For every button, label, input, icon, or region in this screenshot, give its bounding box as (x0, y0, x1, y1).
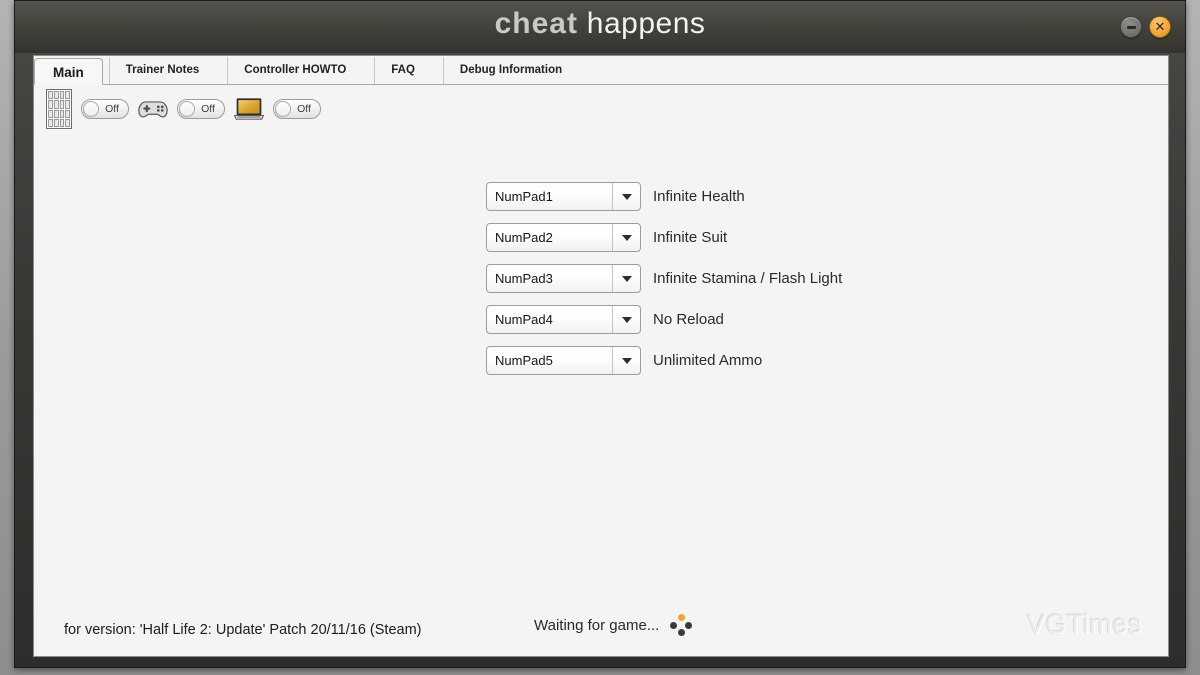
dropdown-arrow-button[interactable] (612, 306, 640, 333)
chevron-down-icon (621, 275, 632, 282)
tab-controller-howto[interactable]: Controller HOWTO (227, 57, 362, 84)
hotkey-dropdown-infinite-stamina[interactable]: NumPad3 (486, 264, 641, 293)
minimize-button[interactable] (1120, 16, 1142, 38)
numeric-keypad-icon (46, 89, 72, 129)
status-text: Waiting for game... (534, 616, 660, 634)
cheat-row: NumPad4 No Reload (486, 305, 842, 334)
tab-main[interactable]: Main (34, 58, 103, 85)
version-text: for version: 'Half Life 2: Update' Patch… (64, 622, 422, 638)
toggle-knob (83, 101, 99, 117)
dropdown-arrow-button[interactable] (612, 224, 640, 251)
toggle-knob (179, 101, 195, 117)
loading-spinner-icon (669, 613, 693, 637)
dropdown-arrow-button[interactable] (612, 265, 640, 292)
chevron-down-icon (621, 193, 632, 200)
chevron-down-icon (621, 234, 632, 241)
hotkey-dropdown-infinite-health[interactable]: NumPad1 (486, 182, 641, 211)
keyboard-toggle-state: Off (105, 103, 119, 115)
cheat-list: NumPad1 Infinite Health NumPad2 Infinite… (486, 182, 842, 375)
close-icon: ✕ (1154, 19, 1166, 35)
app-logo: cheat happens (15, 7, 1185, 41)
tab-debug-information[interactable]: Debug Information (442, 57, 578, 84)
cheat-label: No Reload (653, 311, 724, 328)
gamepad-icon (138, 101, 168, 118)
toolbar: Off Off Off (46, 89, 321, 129)
toggle-knob (275, 101, 291, 117)
tab-faq[interactable]: FAQ (374, 57, 431, 84)
cheat-row: NumPad2 Infinite Suit (486, 223, 842, 252)
minimize-icon (1126, 25, 1136, 29)
app-root: cheat happens ✕ Main Trainer Notes Contr… (0, 0, 1200, 675)
title-bar: cheat happens ✕ (15, 1, 1185, 53)
cheat-label: Infinite Stamina / Flash Light (653, 270, 843, 287)
overlay-toggle[interactable]: Off (273, 99, 321, 119)
keyboard-hotkeys-toggle[interactable]: Off (81, 99, 129, 119)
tab-trainer-notes[interactable]: Trainer Notes (108, 57, 216, 84)
close-button[interactable]: ✕ (1149, 16, 1171, 38)
watermark: VGTimes (1026, 609, 1142, 639)
hotkey-value: NumPad4 (495, 312, 553, 327)
dropdown-arrow-button[interactable] (612, 347, 640, 374)
client-area: Main Trainer Notes Controller HOWTO FAQ … (33, 55, 1169, 657)
hotkey-value: NumPad1 (495, 189, 553, 204)
hotkey-dropdown-infinite-suit[interactable]: NumPad2 (486, 223, 641, 252)
cheat-label: Infinite Suit (653, 229, 728, 246)
hotkey-value: NumPad3 (495, 271, 553, 286)
logo-text-happens: happens (586, 7, 706, 40)
laptop-icon (234, 98, 264, 120)
hotkey-dropdown-no-reload[interactable]: NumPad4 (486, 305, 641, 334)
logo-text-cheat: cheat (494, 7, 578, 40)
hotkey-value: NumPad2 (495, 230, 553, 245)
hotkey-value: NumPad5 (495, 353, 553, 368)
overlay-toggle-state: Off (297, 103, 311, 115)
game-status: Waiting for game... (534, 613, 693, 637)
controller-toggle-state: Off (201, 103, 215, 115)
cheat-row: NumPad3 Infinite Stamina / Flash Light (486, 264, 842, 293)
trainer-window: cheat happens ✕ Main Trainer Notes Contr… (14, 0, 1186, 668)
cheat-label: Infinite Health (653, 188, 745, 205)
dropdown-arrow-button[interactable] (612, 183, 640, 210)
hotkey-dropdown-unlimited-ammo[interactable]: NumPad5 (486, 346, 641, 375)
cheat-row: NumPad5 Unlimited Ammo (486, 346, 842, 375)
chevron-down-icon (621, 316, 632, 323)
window-controls: ✕ (1120, 16, 1171, 38)
cheat-row: NumPad1 Infinite Health (486, 182, 842, 211)
controller-hotkeys-toggle[interactable]: Off (177, 99, 225, 119)
tab-bar: Main Trainer Notes Controller HOWTO FAQ … (34, 56, 1168, 85)
cheat-label: Unlimited Ammo (653, 352, 763, 369)
chevron-down-icon (621, 357, 632, 364)
